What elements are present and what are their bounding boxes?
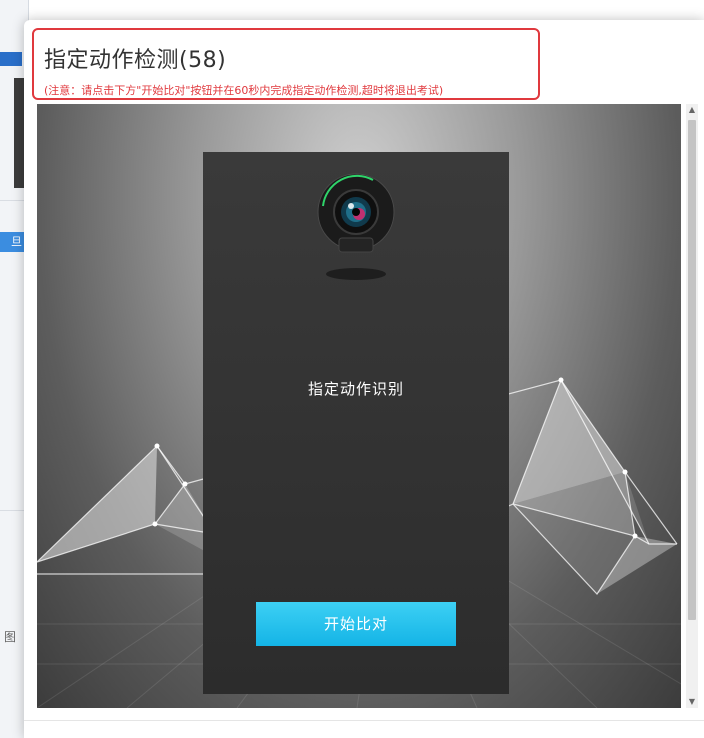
panel-label: 指定动作识别 (307, 380, 404, 398)
detection-panel: 指定动作识别 开始比对 (203, 152, 509, 694)
scroll-up-arrow-icon[interactable]: ▲ (686, 104, 698, 116)
dialog-header: 指定动作检测(58) (注意：请点击下方"开始比对"按钮并在60秒内完成指定动作… (32, 28, 540, 100)
action-detection-dialog: 指定动作检测(58) (注意：请点击下方"开始比对"按钮并在60秒内完成指定动作… (24, 20, 704, 738)
dialog-title: 指定动作检测(58) (44, 48, 227, 73)
webcam-icon (317, 173, 395, 280)
vertical-scrollbar[interactable]: ▲ ▼ (686, 104, 698, 708)
scroll-down-arrow-icon[interactable]: ▼ (686, 696, 698, 708)
detection-stage: 指定动作识别 开始比对 (37, 104, 681, 708)
background-header-accent (0, 52, 22, 66)
background-text-fragment: 图 (4, 630, 17, 644)
dialog-notice: (注意：请点击下方"开始比对"按钮并在60秒内完成指定动作检测,超时将退出考试) (44, 84, 444, 97)
scrollbar-thumb[interactable] (688, 120, 696, 620)
dialog-footer-divider (24, 720, 704, 721)
start-compare-button[interactable]: 开始比对 (256, 602, 456, 646)
background-button-fragment[interactable]: 旦 (0, 232, 24, 252)
